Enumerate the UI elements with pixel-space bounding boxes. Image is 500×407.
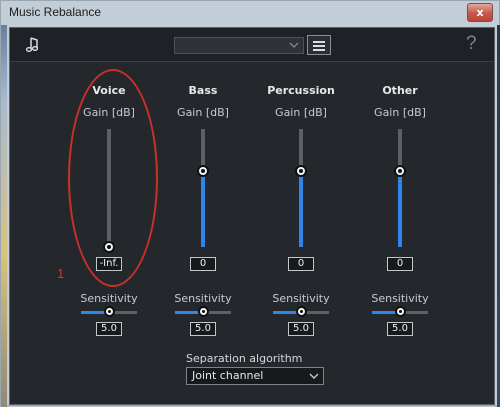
channel-name: Bass bbox=[188, 84, 218, 97]
hamburger-icon-line bbox=[313, 45, 325, 47]
sensitivity-slider-handle[interactable] bbox=[295, 306, 307, 317]
gain-slider-handle[interactable] bbox=[394, 165, 406, 178]
music-note-icon[interactable] bbox=[24, 36, 42, 54]
sensitivity-value-field[interactable]: 5.0 bbox=[190, 322, 216, 336]
channel-name: Percussion bbox=[267, 84, 335, 97]
gain-label: Gain [dB] bbox=[177, 106, 229, 119]
plugin-window: Music Rebalance x ? Voice Gain [dB] -Inf… bbox=[0, 0, 500, 407]
sensitivity-slider-handle[interactable] bbox=[103, 306, 115, 317]
music-rebalance-panel: ? Voice Gain [dB] -Inf. Sensitivity 5.0 … bbox=[9, 27, 495, 405]
gain-label: Gain [dB] bbox=[275, 106, 327, 119]
sensitivity-label: Sensitivity bbox=[272, 292, 330, 305]
gain-slider-fill bbox=[201, 171, 205, 247]
close-icon: x bbox=[476, 6, 484, 19]
sensitivity-label: Sensitivity bbox=[174, 292, 232, 305]
gain-value-field[interactable]: 0 bbox=[387, 257, 413, 271]
annotation-number: 1 bbox=[57, 266, 65, 281]
chevron-down-icon bbox=[309, 373, 319, 379]
gain-slider-fill bbox=[299, 171, 303, 247]
preset-dropdown[interactable] bbox=[174, 37, 304, 54]
help-button[interactable]: ? bbox=[466, 33, 477, 55]
separation-algorithm-dropdown[interactable]: Joint channel bbox=[186, 367, 324, 385]
sensitivity-value-field[interactable]: 5.0 bbox=[288, 322, 314, 336]
title-bar[interactable]: Music Rebalance x bbox=[1, 1, 499, 25]
gain-slider-handle[interactable] bbox=[197, 165, 209, 178]
hamburger-icon-line bbox=[313, 49, 325, 51]
channel-name: Other bbox=[382, 84, 418, 97]
separation-algorithm-value: Joint channel bbox=[192, 369, 264, 382]
chevron-down-icon bbox=[289, 42, 299, 49]
gain-slider-fill bbox=[398, 171, 402, 247]
gain-slider-handle[interactable] bbox=[295, 165, 307, 178]
close-button[interactable]: x bbox=[467, 3, 493, 22]
sensitivity-value-field[interactable]: 5.0 bbox=[387, 322, 413, 336]
toolbar: ? bbox=[10, 28, 494, 62]
hamburger-icon bbox=[313, 41, 325, 43]
gain-value-field[interactable]: 0 bbox=[288, 257, 314, 271]
annotation-ellipse bbox=[68, 69, 158, 287]
separation-algorithm-label: Separation algorithm bbox=[186, 352, 303, 365]
sensitivity-slider-handle[interactable] bbox=[394, 306, 406, 317]
desktop-background-left bbox=[1, 25, 7, 407]
gain-value-field[interactable]: 0 bbox=[190, 257, 216, 271]
sensitivity-label: Sensitivity bbox=[371, 292, 429, 305]
sensitivity-slider-handle[interactable] bbox=[197, 306, 209, 317]
window-title: Music Rebalance bbox=[9, 5, 102, 19]
menu-button[interactable] bbox=[307, 35, 331, 55]
gain-label: Gain [dB] bbox=[374, 106, 426, 119]
sensitivity-value-field[interactable]: 5.0 bbox=[96, 322, 122, 336]
sensitivity-label: Sensitivity bbox=[80, 292, 138, 305]
